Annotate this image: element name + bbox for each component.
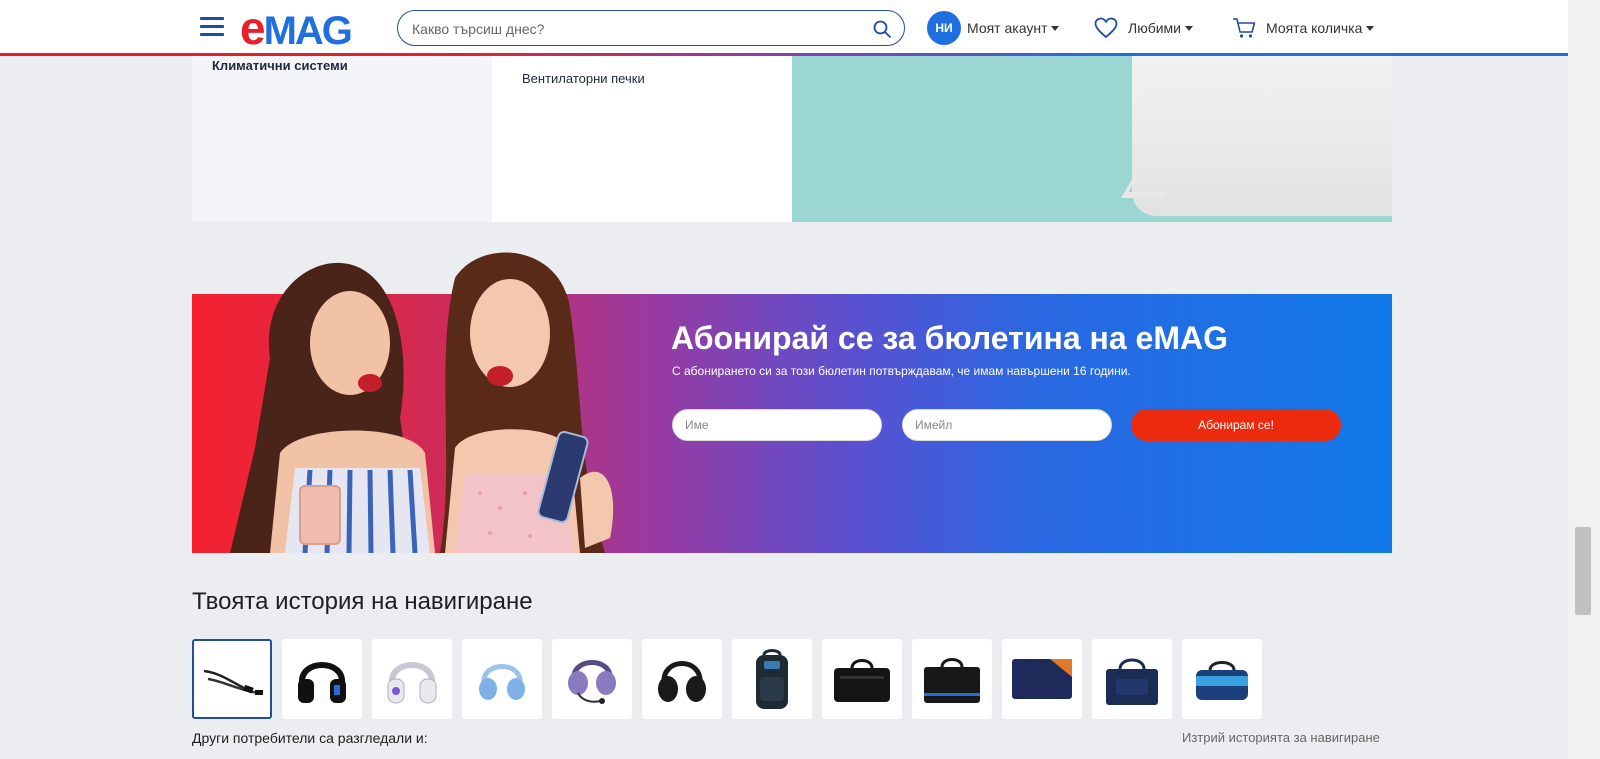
backpack-icon [756, 649, 788, 709]
search-icon[interactable] [872, 19, 892, 39]
history-item-blue-headphones[interactable] [462, 639, 542, 719]
white-headset-icon [387, 662, 437, 704]
gaming-headset-icon [298, 662, 346, 703]
logo-e: e [240, 2, 266, 54]
purple-headset-icon [568, 660, 616, 704]
cable-icon [203, 669, 263, 695]
history-item-white-headset[interactable] [372, 639, 452, 719]
menu-icon[interactable] [200, 17, 224, 37]
newsletter-name-field[interactable] [672, 409, 882, 441]
others-viewed-label: Други потребители са разгледали и: [192, 730, 428, 746]
history-item-duffel-bag[interactable] [1182, 639, 1262, 719]
emag-logo[interactable]: eMAG [240, 5, 353, 53]
black-headphones-icon [658, 661, 706, 702]
history-item-backpack[interactable] [732, 639, 812, 719]
chevron-down-icon [1051, 25, 1060, 31]
category-column: Климатични системи [192, 56, 492, 222]
chevron-down-icon [1366, 25, 1375, 31]
history-item-navy-laptop-bag[interactable] [1092, 639, 1172, 719]
chevron-down-icon [1184, 25, 1193, 31]
history-title: Твоята история на навигиране [192, 588, 533, 615]
heater-image [1132, 56, 1392, 216]
laptop-bag-blue-trim-icon [924, 658, 980, 703]
blue-headphones-icon [479, 664, 525, 700]
history-item-purple-headset[interactable] [552, 639, 632, 719]
avatar: НИ [927, 11, 961, 45]
history-item-laptop-bag[interactable] [822, 639, 902, 719]
scrollbar-thumb[interactable] [1575, 527, 1591, 615]
account-menu[interactable]: НИ Моят акаунт [927, 11, 1060, 45]
newsletter-email-field[interactable] [902, 409, 1112, 441]
clear-history-link[interactable]: Изтрий историята за навигиране [1182, 730, 1380, 745]
newsletter-photo [230, 252, 614, 553]
history-item-laptop-sleeve[interactable] [1002, 639, 1082, 719]
newsletter-title: Абонирай се за бюлетина на eMAG [671, 320, 1228, 356]
page-scrollbar[interactable] [1568, 0, 1600, 759]
navy-laptop-bag-icon [1106, 658, 1158, 705]
search-input[interactable] [412, 19, 852, 39]
favorites-menu[interactable]: Любими [1094, 14, 1193, 42]
subscribe-button[interactable]: Абонирам се! [1131, 409, 1341, 441]
newsletter-subtitle: С абонирането си за този бюлетин потвърж… [672, 364, 1131, 378]
cart-label: Моята количка [1266, 20, 1363, 36]
duffel-bag-icon [1196, 661, 1248, 700]
cart-icon [1233, 18, 1256, 38]
cart-menu[interactable]: Моята количка [1232, 14, 1375, 42]
heart-icon [1094, 17, 1118, 39]
account-label: Моят акаунт [967, 20, 1048, 36]
category-title[interactable]: Климатични системи [212, 58, 348, 73]
history-item-gaming-headset[interactable] [282, 639, 362, 719]
category-promo-image[interactable] [792, 56, 1392, 222]
search-bar [397, 10, 905, 46]
header-gradient-line [0, 53, 1568, 56]
history-item-laptop-bag-blue[interactable] [912, 639, 992, 719]
category-panel: Климатични системи Вентилаторни печки [192, 56, 1392, 222]
laptop-sleeve-icon [1012, 659, 1072, 699]
laptop-bag-icon [834, 659, 890, 702]
history-item-cable[interactable] [192, 639, 272, 719]
favorites-label: Любими [1128, 20, 1181, 36]
category-link[interactable]: Вентилаторни печки [522, 71, 645, 86]
site-header: eMAG НИ Моят акаунт Любими Моята количка [0, 0, 1568, 56]
history-item-black-headphones[interactable] [642, 639, 722, 719]
logo-mag: MAG [263, 9, 353, 53]
